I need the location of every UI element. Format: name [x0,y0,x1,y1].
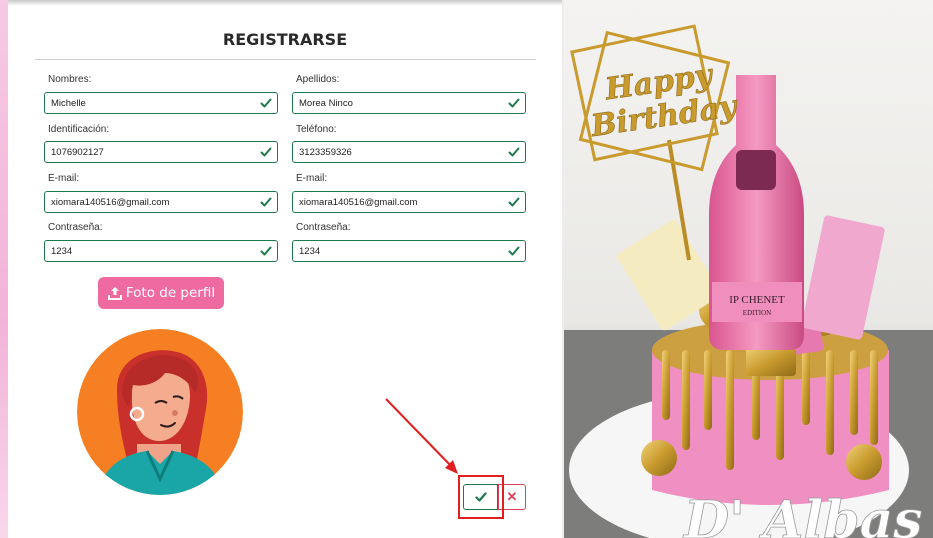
annotation-highlight-box [458,475,504,519]
password-confirm-field[interactable] [292,240,526,262]
password-input[interactable] [51,241,251,261]
upload-icon [107,287,122,300]
upload-photo-button[interactable]: Foto de perfil [98,277,224,309]
form-title: REGISTRARSE [222,30,348,49]
email-confirm-field[interactable] [292,191,526,213]
email-confirm-label: E-mail: [296,173,328,184]
valid-check-icon [260,98,272,108]
nombres-input[interactable] [51,93,251,113]
telefono-field[interactable] [292,141,526,163]
identificacion-input[interactable] [51,142,251,162]
background-edge [0,0,8,538]
registration-form: REGISTRARSE Nombres: Apellidos: Identifi… [8,6,562,538]
apellidos-label: Apellidos: [296,74,340,85]
title-divider [35,59,536,60]
upload-photo-label: Foto de perfil [125,285,216,301]
email-label: E-mail: [48,173,80,184]
email-confirm-input[interactable] [299,192,499,212]
bottle-sublabel: EDITION [743,309,771,317]
password-field[interactable] [44,240,278,262]
email-input[interactable] [51,192,251,212]
nombres-field[interactable] [44,92,278,114]
valid-check-icon [508,197,520,207]
apellidos-field[interactable] [292,92,526,114]
watermark-text: D' Albas [682,490,923,538]
valid-check-icon [508,98,520,108]
cake-photo: IP CHENET EDITION Happy Birthday D' Alba… [564,0,933,538]
telefono-input[interactable] [299,142,499,162]
x-icon: ✕ [506,489,518,504]
identificacion-label: Identificación: [48,124,110,135]
valid-check-icon [508,147,520,157]
valid-check-icon [260,147,272,157]
apellidos-input[interactable] [299,93,499,113]
bottle-label: IP CHENET [729,294,785,306]
valid-check-icon [260,197,272,207]
password-confirm-input[interactable] [299,241,499,261]
annotation-arrow-icon [385,398,458,474]
valid-check-icon [260,246,272,256]
nombres-label: Nombres: [48,74,92,85]
profile-avatar [77,329,243,495]
email-field[interactable] [44,191,278,213]
identificacion-field[interactable] [44,141,278,163]
telefono-label: Teléfono: [296,124,337,135]
password-label: Contraseña: [48,222,103,233]
valid-check-icon [508,246,520,256]
password-confirm-label: Contraseña: [296,222,351,233]
